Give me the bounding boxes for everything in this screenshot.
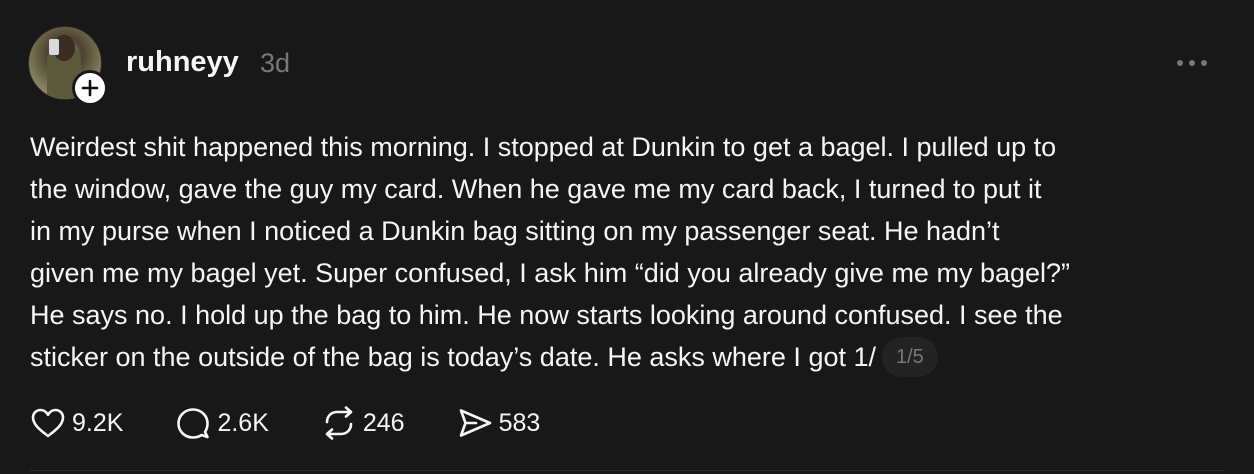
send-icon [459,409,491,437]
post-text-line: given me my bagel yet. Super confused, I… [30,258,1071,288]
like-count: 9.2K [72,408,124,437]
post-text-line: in my purse when I noticed a Dunkin bag … [30,216,1000,246]
plus-icon [81,79,99,97]
post-divider [30,470,1224,471]
post-timestamp[interactable]: 3d [260,48,290,79]
comment-bubble-icon [177,408,210,439]
post-text-line-last: sticker on the outside of the bag is tod… [30,336,1230,379]
thread-page-indicator: 1/5 [882,336,938,377]
username[interactable]: ruhneyy [126,46,239,79]
repost-button[interactable]: 246 [321,406,405,440]
heart-icon [31,408,65,438]
repost-count: 246 [362,408,405,437]
follow-button[interactable] [72,70,108,106]
comment-count: 2.6K [217,408,269,437]
more-options-button[interactable] [1172,50,1212,76]
comment-button[interactable]: 2.6K [175,406,269,440]
more-horizontal-icon [1177,60,1183,66]
post-text-line: He says no. I hold up the bag to him. He… [30,300,1063,330]
post-actions: 9.2K 2.6K 246 583 [30,406,592,440]
share-button[interactable]: 583 [457,407,541,439]
post-text: Weirdest shit happened this morning. I s… [30,126,1230,379]
post-text-line: sticker on the outside of the bag is tod… [30,342,876,372]
repost-icon [325,406,353,440]
post-text-line: the window, gave the guy my card. When h… [30,174,1042,204]
post-text-line: Weirdest shit happened this morning. I s… [30,132,1057,162]
avatar-container[interactable] [28,26,108,106]
share-count: 583 [498,408,541,437]
like-button[interactable]: 9.2K [30,407,123,439]
